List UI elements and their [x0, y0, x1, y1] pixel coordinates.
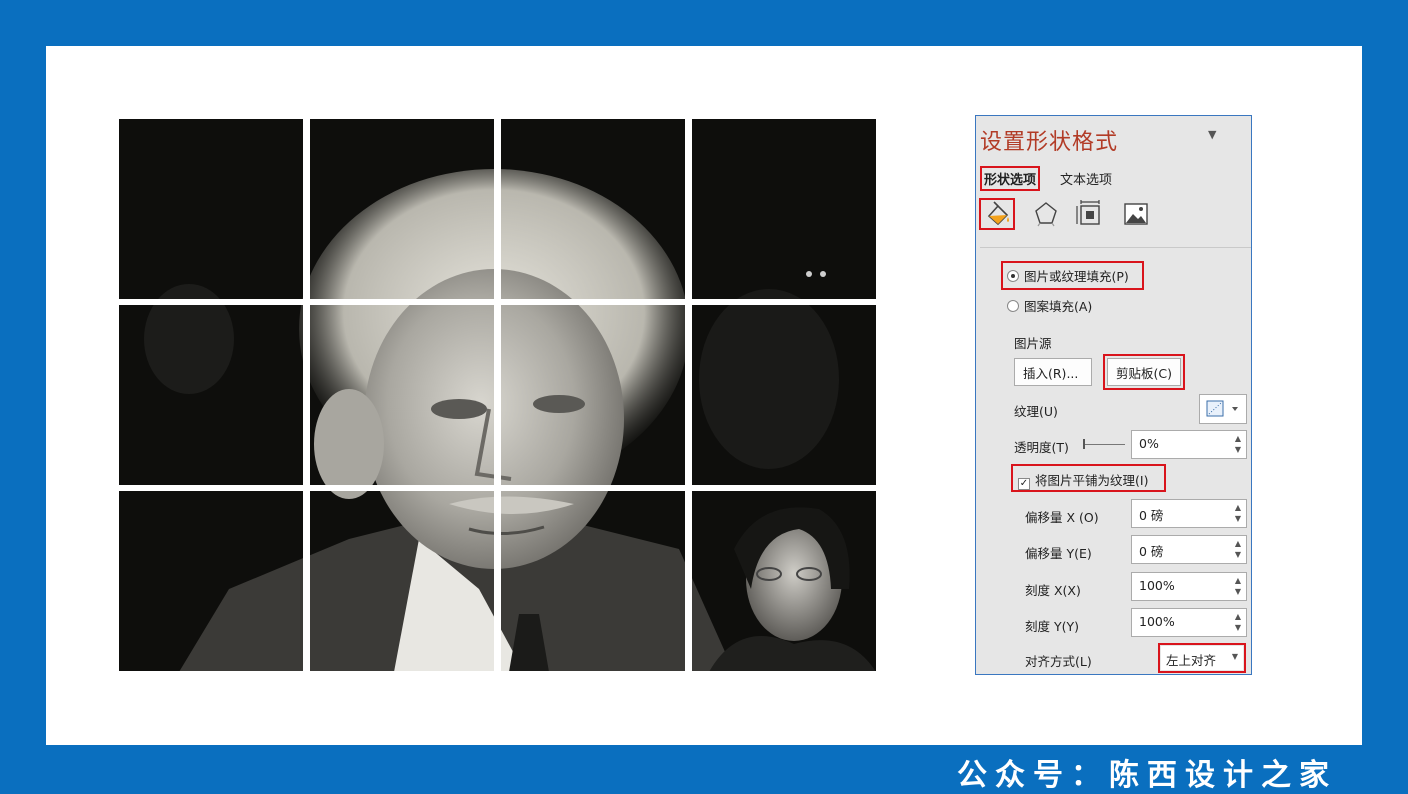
- portrait-photo-slice: [119, 491, 303, 671]
- insert-button[interactable]: 插入(R)...: [1014, 358, 1092, 386]
- slide-canvas: 设置形状格式 ▼ 形状选项 文本选项 图片或纹理填充(P) 图案填充(A) 图片…: [46, 46, 1362, 745]
- highlight-box: [1103, 354, 1185, 390]
- transparency-label: 透明度(T): [1014, 440, 1069, 455]
- radio-icon[interactable]: [1007, 300, 1019, 312]
- photo-grid[interactable]: [119, 119, 876, 672]
- size-properties-icon[interactable]: [1072, 198, 1108, 230]
- offset-x-label: 偏移量 X (O): [1025, 510, 1099, 525]
- texture-label: 纹理(U): [1014, 404, 1058, 419]
- spinner-arrows-icon[interactable]: ▲ ▼: [1233, 575, 1243, 597]
- photo-tile[interactable]: [501, 491, 685, 671]
- alignment-label: 对齐方式(L): [1025, 654, 1092, 669]
- pattern-fill-label: 图案填充(A): [1024, 299, 1093, 314]
- offset-y-value: 0 磅: [1139, 544, 1164, 559]
- slider-handle[interactable]: [1083, 439, 1085, 449]
- photo-tile[interactable]: [119, 305, 303, 485]
- highlight-box: [1158, 643, 1246, 673]
- scale-x-label: 刻度 X(X): [1025, 583, 1081, 598]
- scale-y-label: 刻度 Y(Y): [1025, 619, 1079, 634]
- tab-shape-options[interactable]: 形状选项: [980, 166, 1041, 191]
- transparency-value: 0%: [1139, 436, 1159, 451]
- scale-y-value: 100%: [1139, 614, 1175, 629]
- offset-x-input[interactable]: 0 磅 ▲ ▼: [1131, 499, 1247, 528]
- footer-credit: 公众号：陈西设计之家: [957, 758, 1337, 793]
- portrait-photo-slice: [310, 305, 494, 485]
- panel-title: 设置形状格式: [980, 130, 1119, 155]
- panel-menu-chevron-icon[interactable]: ▼: [1208, 128, 1216, 141]
- portrait-photo-slice: [310, 119, 494, 299]
- photo-tile[interactable]: [501, 119, 685, 299]
- photo-tile[interactable]: [692, 119, 876, 299]
- portrait-photo-slice: [501, 305, 685, 485]
- photo-tile[interactable]: [692, 491, 876, 671]
- effects-icon[interactable]: [1028, 198, 1064, 230]
- photo-tile[interactable]: [310, 491, 494, 671]
- spinner-arrows-icon[interactable]: ▲ ▼: [1233, 433, 1243, 455]
- scale-x-input[interactable]: 100% ▲ ▼: [1131, 572, 1247, 601]
- transparency-slider[interactable]: [1083, 444, 1125, 445]
- portrait-photo-slice: [692, 119, 876, 299]
- scale-y-input[interactable]: 100% ▲ ▼: [1131, 608, 1247, 637]
- picture-icon[interactable]: [1118, 198, 1154, 230]
- offset-x-value: 0 磅: [1139, 508, 1164, 523]
- portrait-photo-slice: [119, 119, 303, 299]
- photo-tile[interactable]: [501, 305, 685, 485]
- spinner-arrows-icon[interactable]: ▲ ▼: [1233, 502, 1243, 524]
- highlight-box: [1011, 464, 1166, 492]
- scale-x-value: 100%: [1139, 578, 1175, 593]
- offset-y-input[interactable]: 0 磅 ▲ ▼: [1131, 535, 1247, 564]
- format-shape-panel: 设置形状格式 ▼ 形状选项 文本选项 图片或纹理填充(P) 图案填充(A) 图片…: [975, 115, 1252, 675]
- highlight-box: [1001, 261, 1144, 290]
- section-divider: [980, 247, 1251, 248]
- portrait-photo-slice: [310, 491, 494, 671]
- picture-source-label: 图片源: [1014, 336, 1052, 351]
- photo-tile[interactable]: [692, 305, 876, 485]
- photo-tile[interactable]: [310, 305, 494, 485]
- portrait-photo-slice: [692, 491, 876, 671]
- pattern-fill-option[interactable]: 图案填充(A): [1007, 296, 1092, 315]
- portrait-photo-slice: [692, 305, 876, 485]
- portrait-photo-slice: [119, 305, 303, 485]
- portrait-photo-slice: [501, 119, 685, 299]
- fill-line-icon[interactable]: [979, 198, 1015, 230]
- portrait-photo-slice: [501, 491, 685, 671]
- tab-text-options[interactable]: 文本选项: [1060, 169, 1112, 188]
- texture-picker[interactable]: [1199, 394, 1247, 424]
- photo-tile[interactable]: [119, 119, 303, 299]
- spinner-arrows-icon[interactable]: ▲ ▼: [1233, 611, 1243, 633]
- transparency-input[interactable]: 0% ▲ ▼: [1131, 430, 1247, 459]
- photo-tile[interactable]: [310, 119, 494, 299]
- photo-tile[interactable]: [119, 491, 303, 671]
- spinner-arrows-icon[interactable]: ▲ ▼: [1233, 538, 1243, 560]
- texture-swatch-icon: [1206, 400, 1238, 417]
- offset-y-label: 偏移量 Y(E): [1025, 546, 1092, 561]
